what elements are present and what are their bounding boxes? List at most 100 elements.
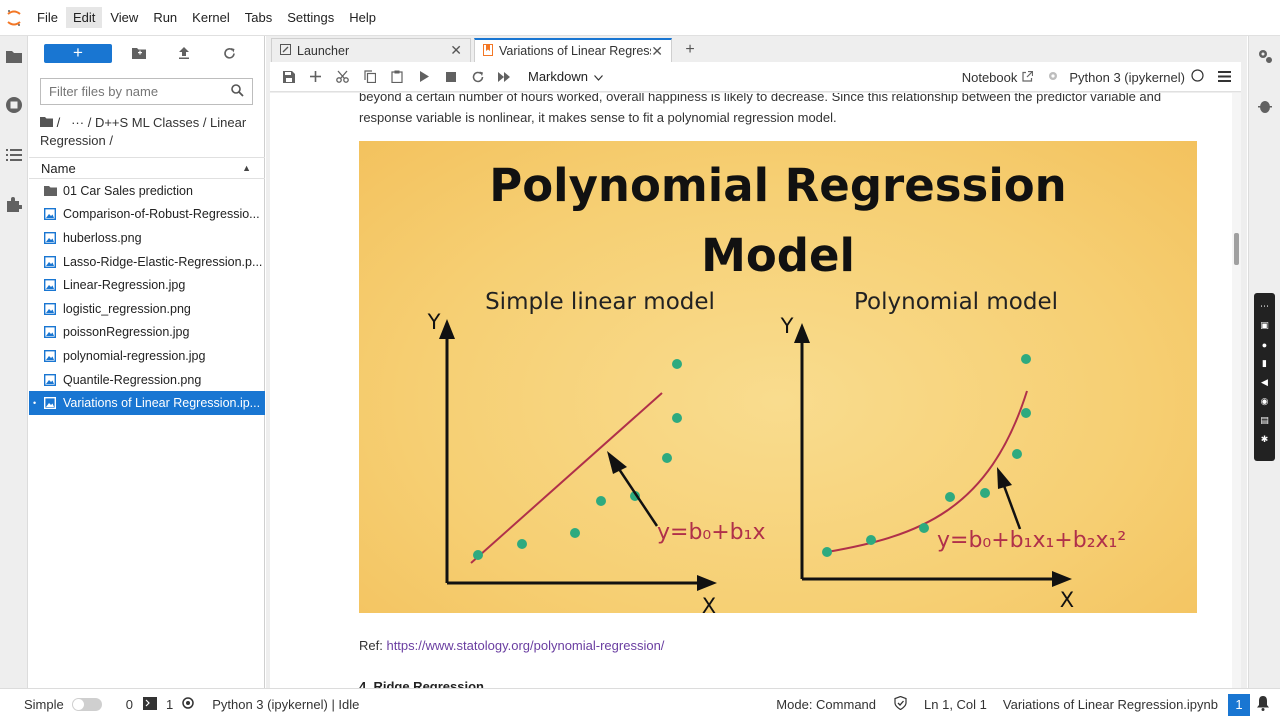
- debugger-icon[interactable]: [1255, 96, 1275, 116]
- drag-handle-icon[interactable]: ⋯: [1258, 300, 1271, 313]
- jupyter-logo-icon: [0, 0, 28, 36]
- filter-files-input[interactable]: [40, 78, 253, 105]
- image-file-icon: [43, 255, 57, 269]
- kernel-settings-icon[interactable]: [1047, 70, 1059, 85]
- file-list-item[interactable]: Quantile-Regression.png: [29, 368, 265, 392]
- file-list-item[interactable]: poissonRegression.jpg: [29, 321, 265, 345]
- menu-icon[interactable]: [1218, 70, 1231, 85]
- filter-files-field[interactable]: [49, 84, 231, 99]
- tab-label: Variations of Linear Regressic: [499, 44, 652, 58]
- speaker-icon[interactable]: ◀: [1258, 376, 1271, 389]
- left-y-label: Y: [427, 310, 441, 334]
- camera-icon[interactable]: ▣: [1258, 319, 1271, 332]
- run-icon[interactable]: [410, 66, 437, 88]
- restart-icon[interactable]: [464, 66, 491, 88]
- bell-icon[interactable]: [1256, 695, 1270, 714]
- ref-link[interactable]: https://www.statology.org/polynomial-reg…: [386, 638, 664, 653]
- kernel-name[interactable]: Python 3 (ipykernel): [1069, 70, 1185, 85]
- paste-icon[interactable]: [383, 66, 410, 88]
- new-launcher-button[interactable]: +: [44, 43, 112, 63]
- file-list-header[interactable]: Name ▲: [29, 157, 265, 179]
- terminals-count[interactable]: 0: [126, 697, 133, 712]
- file-list-item[interactable]: Comparison-of-Robust-Regressio...: [29, 203, 265, 227]
- close-icon[interactable]: ✕: [450, 42, 462, 59]
- cell-type-dropdown[interactable]: Markdown: [528, 69, 603, 84]
- notebook-link[interactable]: Notebook: [962, 70, 1018, 85]
- extension-icon[interactable]: [4, 194, 24, 214]
- menu-file[interactable]: File: [30, 7, 65, 28]
- breadcrumb-root[interactable]: /: [57, 115, 61, 130]
- menu-help[interactable]: Help: [342, 7, 383, 28]
- webcam-icon[interactable]: ◉: [1258, 395, 1271, 408]
- file-list: 01 Car Sales prediction Comparison-of-Rob…: [29, 179, 265, 415]
- file-list-item[interactable]: Lasso-Ridge-Elastic-Regression.p...: [29, 250, 265, 274]
- menu-tabs[interactable]: Tabs: [238, 7, 279, 28]
- notebook-icon: [483, 43, 493, 59]
- image-file-icon: [43, 231, 57, 245]
- property-inspector-icon[interactable]: [1255, 46, 1275, 66]
- column-name[interactable]: Name: [41, 161, 76, 176]
- save-icon[interactable]: [275, 66, 302, 88]
- paragraph-line: beyond a certain number of hours worked,…: [359, 93, 1162, 104]
- file-name: polynomial-regression.jpg: [63, 348, 206, 363]
- image-file-icon: [43, 373, 57, 387]
- simple-mode-toggle[interactable]: [71, 698, 102, 711]
- kernels-count[interactable]: 1: [166, 697, 173, 712]
- file-browser-toolbar: +: [29, 36, 264, 70]
- status-bar: Simple 0 1 Python 3 (ipykernel) | Idle M…: [0, 688, 1280, 720]
- file-list-item[interactable]: Linear-Regression.jpg: [29, 273, 265, 297]
- trusted-shield-icon[interactable]: [894, 695, 907, 713]
- menu-kernel[interactable]: Kernel: [185, 7, 237, 28]
- kernel-idle-icon: [1191, 69, 1204, 85]
- left-points: [473, 359, 682, 560]
- notebook-toolbar: Markdown Notebook Python 3 (ipykernel): [270, 62, 1241, 92]
- file-list-item[interactable]: huberloss.png: [29, 226, 265, 250]
- notes-icon[interactable]: ▤: [1258, 414, 1271, 427]
- menu-run[interactable]: Run: [146, 7, 184, 28]
- notification-count[interactable]: 1: [1228, 693, 1250, 716]
- recorder-toolbar: ⋯ ▣ ● ▮ ◀ ◉ ▤ ✱: [1254, 293, 1275, 461]
- home-folder-icon[interactable]: [40, 115, 53, 130]
- menu-view[interactable]: View: [103, 7, 145, 28]
- reference-line: Ref: https://www.statology.org/polynomia…: [359, 638, 664, 653]
- file-list-item[interactable]: logistic_regression.png: [29, 297, 265, 321]
- sort-ascending-icon: ▲: [242, 163, 251, 173]
- image-file-icon: [43, 325, 57, 339]
- table-of-contents-icon[interactable]: [4, 145, 24, 165]
- close-icon[interactable]: ✕: [651, 43, 663, 60]
- external-link-icon[interactable]: [1022, 70, 1034, 85]
- left-subtitle: Simple linear model: [485, 289, 715, 315]
- left-equation-arrow: [607, 451, 659, 527]
- file-list-item[interactable]: polynomial-regression.jpg: [29, 344, 265, 368]
- right-points: [822, 354, 1031, 557]
- copy-icon[interactable]: [356, 66, 383, 88]
- kernel-status[interactable]: Python 3 (ipykernel) | Idle: [212, 697, 359, 712]
- file-name: logistic_regression.png: [63, 301, 191, 316]
- cut-icon[interactable]: [329, 66, 356, 88]
- breadcrumb-ellipsis[interactable]: ···: [71, 115, 84, 130]
- add-cell-icon[interactable]: [302, 66, 329, 88]
- menu-edit[interactable]: Edit: [65, 7, 103, 28]
- folder-icon[interactable]: [4, 46, 24, 66]
- record-icon[interactable]: ●: [1258, 338, 1271, 351]
- stop-icon[interactable]: [437, 66, 464, 88]
- fast-forward-icon[interactable]: [491, 66, 518, 88]
- microphone-icon[interactable]: ▮: [1258, 357, 1271, 370]
- upload-icon[interactable]: [173, 42, 195, 64]
- tab-notebook[interactable]: Variations of Linear Regressic ✕: [474, 38, 672, 62]
- cursor-position[interactable]: Ln 1, Col 1: [924, 697, 987, 712]
- running-icon[interactable]: [4, 95, 24, 115]
- notebook-scrollbar[interactable]: [1232, 93, 1241, 688]
- settings-gear-icon[interactable]: ✱: [1258, 433, 1271, 446]
- file-browser: + / ··· / D++S ML Classes / Linear Regre…: [29, 36, 265, 688]
- file-list-item[interactable]: 01 Car Sales prediction: [29, 179, 265, 203]
- add-tab-icon[interactable]: +: [680, 40, 700, 60]
- menu-settings[interactable]: Settings: [280, 7, 341, 28]
- refresh-icon[interactable]: [218, 42, 240, 64]
- tab-launcher[interactable]: Launcher ✕: [271, 38, 471, 62]
- file-list-item[interactable]: • Variations of Linear Regression.ip...: [29, 391, 265, 415]
- scroll-thumb[interactable]: [1234, 233, 1239, 265]
- new-folder-icon[interactable]: [128, 42, 150, 64]
- file-name: Quantile-Regression.png: [63, 372, 202, 387]
- image-file-icon: [43, 349, 57, 363]
